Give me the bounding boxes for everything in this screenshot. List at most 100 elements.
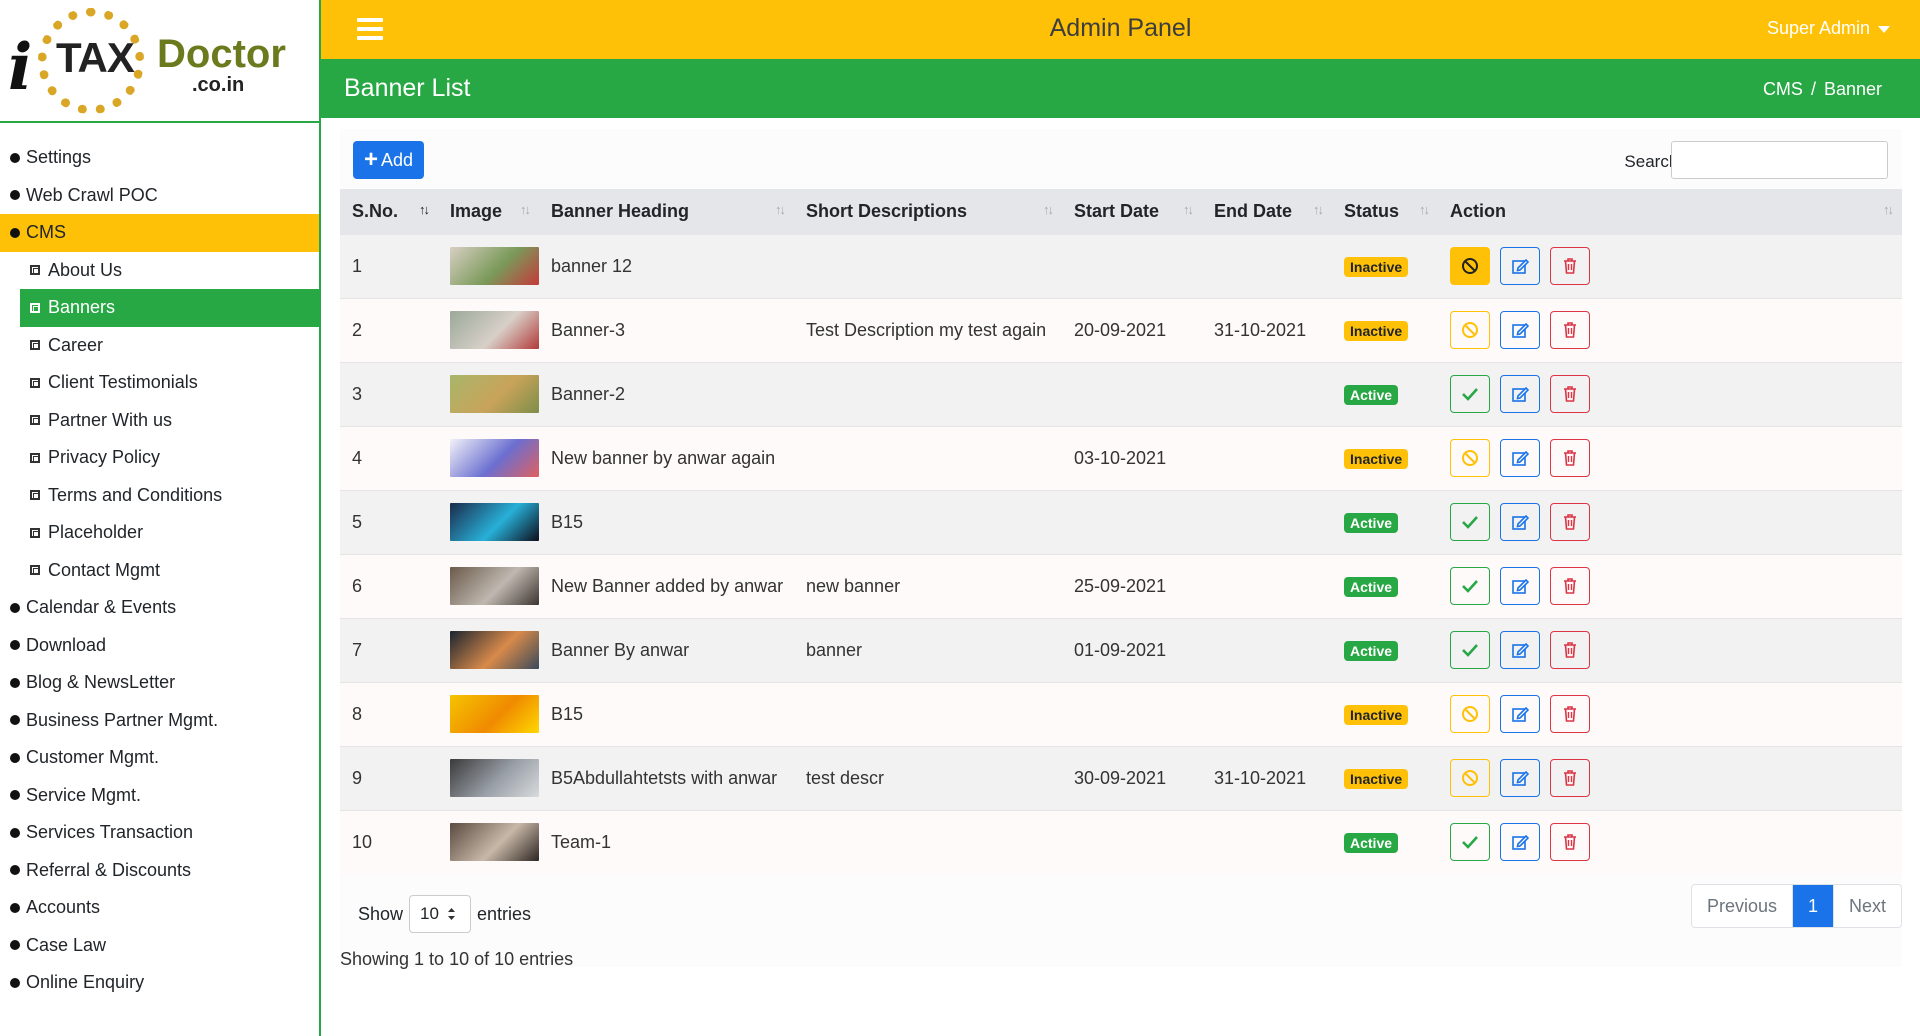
sidebar-item-calendar-events[interactable]: Calendar & Events [0, 589, 319, 627]
delete-button[interactable] [1550, 823, 1590, 862]
sidebar-item-banners[interactable]: Banners [20, 289, 319, 327]
page-length-select[interactable]: 10 [409, 895, 472, 933]
edit-button[interactable] [1500, 823, 1540, 862]
cell-status: Inactive [1332, 298, 1438, 362]
cell-description: banner [806, 639, 863, 660]
sidebar-item-customer-mgmt[interactable]: Customer Mgmt. [0, 739, 319, 777]
logo[interactable]: i TAX Doctor .co.in [0, 0, 319, 123]
delete-button[interactable] [1550, 631, 1590, 669]
sidebar-item-label: Accounts [26, 897, 101, 917]
sidebar-item-privacy-policy[interactable]: Privacy Policy [0, 439, 319, 477]
deactivate-toggle-button[interactable] [1450, 439, 1490, 477]
deactivate-toggle-button[interactable] [1450, 759, 1490, 797]
sidebar-item-settings[interactable]: Settings [0, 139, 319, 177]
column-header-start-date[interactable]: Start Date ↑↓ [1062, 189, 1202, 234]
activate-toggle-button[interactable] [1450, 823, 1490, 862]
cell-actions [1438, 810, 1902, 874]
delete-button[interactable] [1550, 567, 1590, 605]
edit-button[interactable] [1500, 759, 1540, 797]
sidebar-item-label: Service Mgmt. [26, 784, 142, 805]
bullet-icon [10, 790, 20, 801]
sidebar-item-services-transaction[interactable]: Services Transaction [0, 814, 319, 852]
activate-toggle-button[interactable] [1450, 631, 1490, 669]
edit-icon [1512, 706, 1529, 722]
activate-toggle-button[interactable] [1450, 503, 1490, 541]
sidebar-item-terms-and-conditions[interactable]: Terms and Conditions [0, 477, 319, 515]
cell-start-date: 30-09-2021 [1074, 767, 1167, 788]
edit-button[interactable] [1500, 311, 1540, 349]
sidebar-item-label: Case Law [26, 934, 107, 955]
delete-button[interactable] [1550, 759, 1590, 797]
activate-toggle-button[interactable] [1450, 567, 1490, 605]
sidebar-item-web-crawl-poc[interactable]: Web Crawl POC [0, 177, 319, 215]
edit-button[interactable] [1500, 247, 1540, 285]
cell-actions [1438, 298, 1902, 362]
sidebar-item-career[interactable]: Career [0, 327, 319, 365]
logo-domain: .co.in [192, 74, 245, 96]
sidebar-item-online-enquiry[interactable]: Online Enquiry [0, 964, 319, 1002]
column-header-status[interactable]: Status ↑↓ [1332, 189, 1438, 234]
cell-heading: Banner-3 [551, 319, 626, 340]
page-1-button[interactable]: 1 [1792, 885, 1833, 927]
sidebar-item-label: About Us [48, 259, 123, 280]
sort-icon: ↑↓ [1883, 202, 1894, 217]
status-badge: Active [1344, 512, 1399, 533]
logo-tax: TAX [56, 34, 135, 81]
delete-button[interactable] [1550, 439, 1590, 477]
sidebar-item-service-mgmt[interactable]: Service Mgmt. [0, 777, 319, 815]
sidebar-item-contact-mgmt[interactable]: Contact Mgmt [0, 552, 319, 590]
sidebar-item-accounts[interactable]: Accounts [0, 889, 319, 927]
table-row: 9 B5Abdullahtetsts with anwar test descr 30… [340, 746, 1902, 810]
deactivate-toggle-button[interactable] [1450, 695, 1490, 733]
search-input[interactable] [1671, 141, 1888, 179]
column-header-end-date[interactable]: End Date ↑↓ [1202, 189, 1332, 234]
edit-button[interactable] [1500, 375, 1540, 413]
sidebar-item-blog-newsletter[interactable]: Blog & NewsLetter [0, 664, 319, 702]
sidebar-item-label: Services Transaction [26, 822, 194, 842]
previous-button[interactable]: Previous [1691, 885, 1793, 927]
sidebar-item-business-partner-mgmt[interactable]: Business Partner Mgmt. [0, 702, 319, 740]
table-row: 8 B15 Inactive [340, 682, 1902, 746]
sidebar-item-referral-discounts[interactable]: Referral & Discounts [0, 852, 319, 890]
edit-button[interactable] [1500, 631, 1540, 669]
delete-button[interactable] [1550, 311, 1590, 349]
cell-image [438, 426, 539, 490]
cell-start-date [1062, 682, 1202, 746]
sidebar-item-label: Blog & NewsLetter [26, 672, 176, 692]
delete-icon [1564, 386, 1576, 402]
status-badge: Inactive [1344, 320, 1409, 341]
deactivate-toggle-button[interactable] [1450, 311, 1490, 349]
column-header-s-no[interactable]: S.No. ↑↓ [340, 189, 438, 234]
banner-thumbnail [450, 439, 539, 477]
delete-button[interactable] [1550, 503, 1590, 541]
edit-button[interactable] [1500, 567, 1540, 605]
activate-toggle-button[interactable] [1450, 375, 1490, 413]
sidebar-item-placeholder[interactable]: Placeholder [0, 514, 319, 552]
delete-button[interactable] [1550, 375, 1590, 413]
sidebar-item-about-us[interactable]: About Us [0, 252, 319, 290]
sidebar-item-label: Terms and Conditions [48, 484, 223, 505]
sidebar-item-client-testimonials[interactable]: Client Testimonials [0, 364, 319, 402]
next-button[interactable]: Next [1832, 885, 1901, 927]
column-header-action[interactable]: Action ↑↓ [1438, 189, 1902, 234]
sidebar-item-partner-with-us[interactable]: Partner With us [0, 402, 319, 440]
delete-button[interactable] [1550, 695, 1590, 733]
delete-button[interactable] [1550, 247, 1590, 285]
sidebar-item-case-law[interactable]: Case Law [0, 927, 319, 965]
banner-thumbnail [450, 247, 539, 285]
sidebar-item-download[interactable]: Download [0, 627, 319, 665]
deactivate-toggle-button[interactable] [1450, 247, 1490, 285]
sidebar-item-cms[interactable]: CMS [0, 214, 319, 252]
edit-button[interactable] [1500, 503, 1540, 541]
edit-button[interactable] [1500, 439, 1540, 477]
add-button[interactable]: + Add [353, 141, 425, 179]
column-header-image[interactable]: Image ↑↓ [438, 189, 539, 234]
edit-button[interactable] [1500, 695, 1540, 733]
cell-sno: 2 [352, 319, 363, 340]
breadcrumb-cms[interactable]: CMS [1763, 79, 1803, 99]
column-header-banner-heading[interactable]: Banner Heading ↑↓ [539, 189, 794, 234]
column-header-short-descriptions[interactable]: Short Descriptions ↑↓ [794, 189, 1062, 234]
user-menu[interactable]: Super Admin [1767, 18, 1890, 39]
table-row: 6 New Banner added by anwar new banner 25-0… [340, 554, 1902, 618]
bullet-icon [10, 190, 20, 201]
